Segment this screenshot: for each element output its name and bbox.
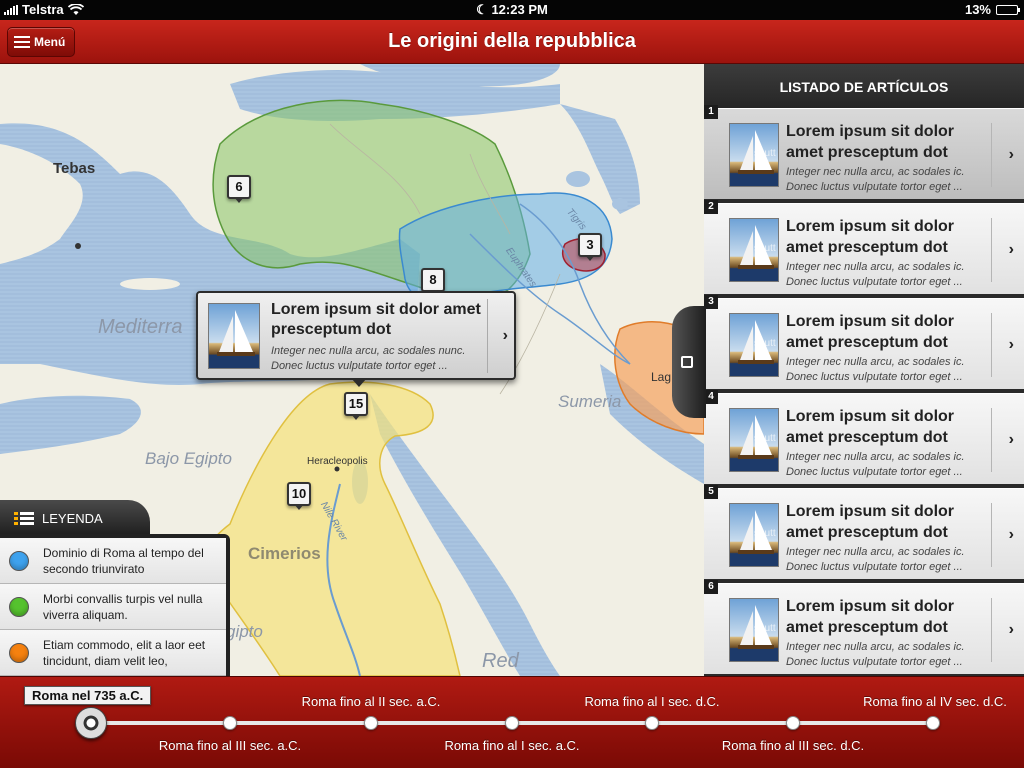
map-label-red: Red bbox=[482, 650, 519, 672]
timeline-node[interactable] bbox=[223, 716, 237, 730]
timeline-label[interactable]: Roma fino al III sec. d.C. bbox=[722, 738, 864, 753]
timeline-label[interactable]: Roma fino al I sec. a.C. bbox=[444, 738, 579, 753]
map-popup[interactable]: Lorem ipsum sit dolor amet presceptum do… bbox=[196, 291, 516, 387]
legend-item: Morbi convallis turpis vel nulla viverra… bbox=[0, 584, 226, 630]
chevron-right-icon[interactable]: › bbox=[1009, 336, 1014, 354]
bookmark-icon bbox=[681, 356, 693, 368]
timeline-node[interactable] bbox=[505, 716, 519, 730]
article-thumbnail: shutt bbox=[729, 408, 779, 472]
map-pin-15[interactable]: 15 bbox=[344, 392, 368, 420]
blue-dot-icon bbox=[9, 551, 29, 571]
article-thumbnail: shutt bbox=[729, 313, 779, 377]
moon-icon: ☾ bbox=[476, 2, 488, 17]
article-description: Integer nec nulla arcu, ac sodales ic. D… bbox=[786, 356, 965, 383]
status-bar: Telstra ☾ 12:23 PM 13% bbox=[0, 0, 1024, 20]
chevron-right-icon[interactable]: › bbox=[1009, 621, 1014, 639]
chevron-right-icon[interactable]: › bbox=[1009, 431, 1014, 449]
map-label-mediterraneo: Mediterra bbox=[98, 316, 183, 338]
article-title: Lorem ipsum sit dolor amet presceptum do… bbox=[786, 503, 955, 541]
article-list-item[interactable]: 3 shutt Lorem ipsum sit dolor amet prescep… bbox=[704, 295, 1024, 389]
thumbnail-watermark: shutt bbox=[754, 148, 776, 159]
popup-thumbnail bbox=[208, 303, 260, 369]
article-list-item[interactable]: 6 shutt Lorem ipsum sit dolor amet prescep… bbox=[704, 580, 1024, 674]
article-number: 6 bbox=[704, 580, 718, 594]
article-description: Integer nec nulla arcu, ac sodales ic. D… bbox=[786, 451, 965, 478]
map-label-lag: Lag bbox=[651, 370, 672, 384]
article-list-item[interactable]: 5 shutt Lorem ipsum sit dolor amet prescep… bbox=[704, 485, 1024, 579]
map-label-cimerios: Cimerios bbox=[248, 544, 321, 563]
thumbnail-watermark: shutt bbox=[754, 528, 776, 539]
article-title: Lorem ipsum sit dolor amet presceptum do… bbox=[786, 598, 955, 636]
article-number: 1 bbox=[704, 105, 718, 119]
timeline-label[interactable]: Roma fino al I sec. d.C. bbox=[584, 694, 719, 709]
timeline-current-label: Roma nel 735 a.C. bbox=[24, 686, 152, 705]
timeline-bar: Roma fino al II sec. a.C. Roma fino al I … bbox=[0, 676, 1024, 768]
map-pin-3[interactable]: 3 bbox=[578, 233, 602, 261]
article-thumbnail: shutt bbox=[729, 598, 779, 662]
article-thumbnail: shutt bbox=[729, 503, 779, 567]
chevron-right-icon[interactable]: › bbox=[1009, 146, 1014, 164]
timeline-node[interactable] bbox=[786, 716, 800, 730]
list-icon bbox=[14, 511, 34, 525]
legend-item: Etiam commodo, elit a laor eet tincidunt… bbox=[0, 630, 226, 676]
map-label-heracleopolis: Heracleopolis bbox=[307, 456, 368, 467]
article-number: 3 bbox=[704, 295, 718, 309]
thumbnail-watermark: shutt bbox=[754, 338, 776, 349]
green-dot-icon bbox=[9, 597, 29, 617]
article-list-item[interactable]: 4 shutt Lorem ipsum sit dolor amet prescep… bbox=[704, 390, 1024, 484]
article-thumbnail: shutt bbox=[729, 123, 779, 187]
article-description: Integer nec nulla arcu, ac sodales ic. D… bbox=[786, 546, 965, 573]
article-number: 5 bbox=[704, 485, 718, 499]
article-thumbnail: shutt bbox=[729, 218, 779, 282]
clock: 12:23 PM bbox=[491, 2, 548, 17]
article-title: Lorem ipsum sit dolor amet presceptum do… bbox=[786, 123, 955, 161]
timeline-label[interactable]: Roma fino al IV sec. d.C. bbox=[863, 694, 1007, 709]
orange-dot-icon bbox=[9, 643, 29, 663]
map-label-sumeria: Sumeria bbox=[558, 392, 622, 411]
timeline-slider-knob[interactable] bbox=[75, 707, 107, 739]
map-pin-10[interactable]: 10 bbox=[287, 482, 311, 510]
popup-title: Lorem ipsum sit dolor amet presceptum do… bbox=[271, 301, 481, 338]
articles-sidebar: LISTADO DE ARTÍCULOS 1 shutt Lorem ipsum s… bbox=[704, 64, 1024, 676]
legend-title: LEYENDA bbox=[42, 510, 103, 526]
timeline-node[interactable] bbox=[926, 716, 940, 730]
article-number: 4 bbox=[704, 390, 718, 404]
thumbnail-watermark: shutt bbox=[754, 243, 776, 254]
sidebar-title: LISTADO DE ARTÍCULOS bbox=[704, 64, 1024, 108]
map-label-bajo-egipto: Bajo Egipto bbox=[145, 449, 232, 468]
article-title: Lorem ipsum sit dolor amet presceptum do… bbox=[786, 408, 955, 446]
article-number: 2 bbox=[704, 200, 718, 214]
legend-tab[interactable]: LEYENDA bbox=[0, 500, 150, 536]
map-label-tebas: Tebas bbox=[53, 160, 96, 177]
article-description: Integer nec nulla arcu, ac sodales ic. D… bbox=[786, 641, 965, 668]
timeline-label[interactable]: Roma fino al III sec. a.C. bbox=[159, 738, 301, 753]
popup-description: Integer nec nulla arcu, ac sodales nunc.… bbox=[271, 345, 466, 372]
legend-panel: LEYENDA Dominio di Roma al tempo del sec… bbox=[0, 500, 230, 676]
navigation-bar: Menú Le origini della repubblica bbox=[0, 20, 1024, 64]
chevron-right-icon[interactable]: › bbox=[503, 327, 508, 345]
timeline-node[interactable] bbox=[364, 716, 378, 730]
legend-item: Dominio di Roma al tempo del secondo tri… bbox=[0, 538, 226, 584]
map-label-egipto: gipto bbox=[226, 622, 263, 641]
article-list-item[interactable]: 2 shutt Lorem ipsum sit dolor amet prescep… bbox=[704, 200, 1024, 294]
battery-percent: 13% bbox=[964, 2, 991, 17]
article-title: Lorem ipsum sit dolor amet presceptum do… bbox=[786, 313, 955, 351]
map-pin-6[interactable]: 6 bbox=[227, 175, 251, 203]
article-description: Integer nec nulla arcu, ac sodales ic. D… bbox=[786, 261, 965, 288]
thumbnail-watermark: shutt bbox=[754, 433, 776, 444]
sidebar-toggle-handle[interactable] bbox=[672, 306, 706, 418]
battery-icon bbox=[996, 4, 1020, 15]
article-title: Lorem ipsum sit dolor amet presceptum do… bbox=[786, 218, 955, 256]
thumbnail-watermark: shutt bbox=[754, 623, 776, 634]
article-description: Integer nec nulla arcu, ac sodales ic. D… bbox=[786, 166, 965, 193]
article-list-item[interactable]: 1 shutt Lorem ipsum sit dolor amet prescep… bbox=[704, 105, 1024, 199]
page-title: Le origini della repubblica bbox=[388, 30, 636, 52]
timeline-node[interactable] bbox=[645, 716, 659, 730]
timeline-label[interactable]: Roma fino al II sec. a.C. bbox=[302, 694, 441, 709]
chevron-right-icon[interactable]: › bbox=[1009, 526, 1014, 544]
chevron-right-icon[interactable]: › bbox=[1009, 241, 1014, 259]
